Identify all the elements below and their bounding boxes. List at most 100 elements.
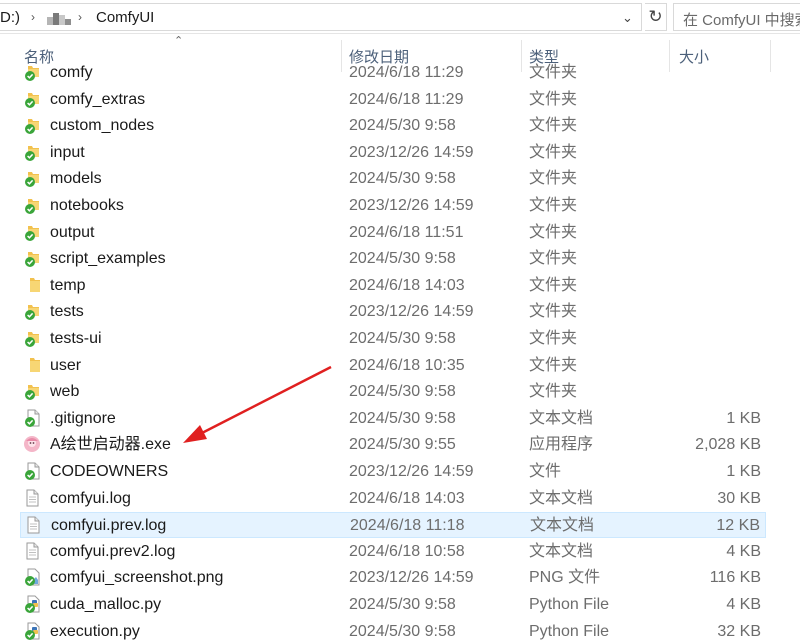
file-modified-date: 2024/5/30 9:55: [349, 436, 456, 454]
folder-sync-icon: [23, 302, 41, 321]
file-type: 文本文档: [529, 542, 594, 560]
file-name: user: [50, 356, 82, 374]
file-row[interactable]: A绘世启动器.exe 2024/5/30 9:55 应用程序 2,028 KB: [20, 432, 766, 458]
file-row[interactable]: notebooks 2023/12/26 14:59 文件夹: [20, 193, 766, 219]
python-sync-icon: [23, 595, 41, 613]
file-size: 1 KB: [726, 463, 761, 480]
file-type: Python File: [529, 622, 610, 640]
file-row[interactable]: models 2024/5/30 9:58 文件夹: [20, 166, 766, 192]
file-type: 文件夹: [529, 383, 578, 401]
file-name: comfyui.prev2.log: [50, 542, 176, 560]
file-row[interactable]: script_examples 2024/5/30 9:58 文件夹: [20, 246, 766, 272]
folder-sync-icon: [23, 329, 41, 347]
file-modified-date: 2024/5/30 9:58: [349, 117, 456, 135]
file-modified-date: 2024/6/18 11:29: [349, 90, 464, 108]
file-name: execution.py: [50, 622, 140, 640]
file-name: comfy: [50, 64, 93, 81]
file-row[interactable]: custom_nodes 2024/5/30 9:58 文件夹: [20, 113, 766, 139]
file-row[interactable]: input 2023/12/26 14:59 文件夹: [20, 140, 766, 166]
file-modified-date: 2024/6/18 10:58: [349, 542, 465, 560]
file-type: 文本文档: [529, 409, 594, 427]
file-name: tests-ui: [50, 330, 102, 347]
file-name: output: [50, 223, 95, 241]
file-row[interactable]: .gitignore 2024/5/30 9:58 文本文档 1 KB: [20, 406, 766, 432]
search-input[interactable]: 在 ComfyUI 中搜索: [673, 3, 800, 31]
refresh-icon[interactable]: ↻: [645, 3, 667, 31]
file-icon: [23, 542, 41, 560]
file-modified-date: 2024/6/18 11:29: [349, 64, 464, 81]
file-size: 32 KB: [717, 622, 761, 640]
blurred-breadcrumb-segment[interactable]: [47, 13, 71, 25]
file-modified-date: 2024/6/18 11:51: [349, 223, 464, 241]
file-type: 文本文档: [530, 517, 595, 535]
file-type: 文件夹: [529, 223, 578, 241]
python-sync-icon: [23, 622, 41, 640]
file-type: 文件夹: [529, 90, 578, 108]
file-size: 4 KB: [726, 596, 761, 613]
chevron-right-icon[interactable]: ›: [78, 10, 82, 24]
file-name: input: [50, 143, 85, 161]
file-type: 文件夹: [529, 64, 578, 81]
file-modified-date: 2024/5/30 9:58: [349, 330, 456, 347]
breadcrumb-drive[interactable]: D:): [0, 9, 20, 26]
file-row[interactable]: comfy 2024/6/18 11:29 文件夹: [20, 62, 766, 86]
folder-sync-icon: [23, 382, 41, 401]
file-row[interactable]: CODEOWNERS 2023/12/26 14:59 文件 1 KB: [20, 459, 766, 485]
file-name: comfyui.prev.log: [51, 517, 167, 535]
folder-sync-icon: [23, 169, 41, 188]
file-modified-date: 2024/5/30 9:58: [349, 250, 456, 268]
file-row[interactable]: comfyui_screenshot.png 2023/12/26 14:59 PN…: [20, 565, 766, 591]
file-icon: [23, 489, 41, 507]
file-name: models: [50, 170, 102, 188]
file-name: tests: [50, 303, 84, 321]
file-modified-date: 2024/5/30 9:58: [349, 409, 456, 427]
file-name: comfyui.log: [50, 489, 131, 507]
breadcrumb-current-folder[interactable]: ComfyUI: [96, 9, 154, 26]
file-size: 1 KB: [726, 409, 761, 427]
file-size: 2,028 KB: [695, 436, 761, 454]
file-modified-date: 2024/6/18 10:35: [349, 356, 465, 374]
file-name: .gitignore: [50, 409, 116, 427]
file-row[interactable]: execution.py 2024/5/30 9:58 Python File 32 …: [20, 619, 766, 644]
file-type: Python File: [529, 596, 610, 613]
file-modified-date: 2024/5/30 9:58: [349, 383, 456, 401]
file-name: web: [50, 383, 80, 401]
file-row[interactable]: tests-ui 2024/5/30 9:58 文件夹: [20, 326, 766, 352]
folder-sync-icon: [23, 249, 41, 268]
file-row[interactable]: comfy_extras 2024/6/18 11:29 文件夹: [20, 87, 766, 113]
file-modified-date: 2023/12/26 14:59: [349, 303, 474, 321]
file-row[interactable]: web 2024/5/30 9:58 文件夹: [20, 379, 766, 405]
file-type: 文件夹: [529, 143, 578, 161]
chevron-down-icon[interactable]: ⌄: [622, 10, 633, 26]
breadcrumb[interactable]: D:) › › ComfyUI ⌄: [0, 3, 642, 31]
image-sync-icon: [23, 568, 41, 587]
file-row[interactable]: comfyui.log 2024/6/18 14:03 文本文档 30 KB: [20, 486, 766, 512]
app-icon: [23, 435, 41, 453]
file-row[interactable]: cuda_malloc.py 2024/5/30 9:58 Python File 4…: [20, 592, 766, 618]
address-bar: D:) › › ComfyUI ⌄ ↻ 在 ComfyUI 中搜索: [0, 0, 800, 34]
file-row[interactable]: output 2024/6/18 11:51 文件夹: [20, 220, 766, 246]
folder-sync-icon: [23, 223, 41, 241]
folder-sync-icon: [23, 143, 41, 161]
chevron-right-icon[interactable]: ›: [31, 10, 35, 24]
file-type: 文件夹: [529, 117, 578, 135]
file-name: CODEOWNERS: [50, 463, 169, 480]
folder-sync-icon: [23, 90, 41, 108]
folder-sync-icon: [23, 116, 41, 135]
file-type: 文件夹: [529, 250, 578, 268]
file-row[interactable]: comfyui.prev.log 2024/6/18 11:18 文本文档 12 KB: [20, 512, 766, 539]
file-name: comfy_extras: [50, 90, 146, 108]
file-name: cuda_malloc.py: [50, 596, 162, 613]
file-sync-icon: [23, 462, 41, 480]
file-row[interactable]: comfyui.prev2.log 2024/6/18 10:58 文本文档 4 KB: [20, 539, 766, 565]
file-name: comfyui_screenshot.png: [50, 569, 224, 587]
file-size: 12 KB: [716, 517, 760, 535]
file-row[interactable]: temp 2024/6/18 14:03 文件夹: [20, 273, 766, 299]
file-size: 116 KB: [709, 569, 761, 587]
file-type: PNG 文件: [529, 569, 601, 587]
file-row[interactable]: user 2024/6/18 10:35 文件夹: [20, 353, 766, 379]
file-modified-date: 2023/12/26 14:59: [349, 463, 474, 480]
file-type: 文件夹: [529, 197, 578, 214]
file-list: comfy 2024/6/18 11:29 文件夹 comfy_extras 2024/…: [0, 62, 800, 644]
file-row[interactable]: tests 2023/12/26 14:59 文件夹: [20, 299, 766, 325]
